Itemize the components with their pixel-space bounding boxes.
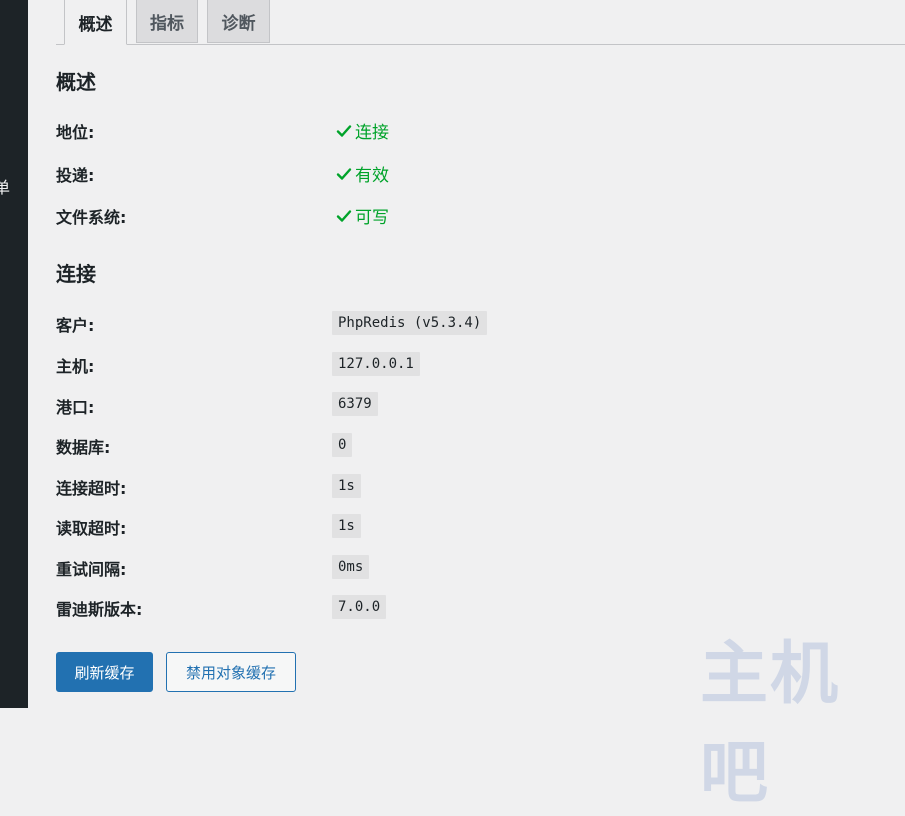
port-value: 6379 bbox=[332, 392, 378, 416]
checkmark-icon bbox=[336, 209, 352, 222]
status-value: 连接 bbox=[336, 118, 389, 143]
retry-interval-value: 0ms bbox=[332, 555, 370, 579]
tab-diagnostics[interactable]: 诊断 bbox=[207, 0, 270, 43]
sidebar-menu-fragment[interactable]: 单 bbox=[0, 174, 10, 198]
drop-in-label: 投递: bbox=[56, 166, 95, 185]
filesystem-value: 可写 bbox=[336, 203, 389, 228]
host-value: 127.0.0.1 bbox=[332, 352, 420, 376]
tab-bar: 概述 指标 诊断 bbox=[56, 0, 905, 45]
checkmark-icon bbox=[336, 124, 352, 137]
connection-timeout-value: 1s bbox=[332, 474, 361, 498]
read-timeout-label: 读取超时: bbox=[56, 519, 127, 538]
drop-in-text: 有效 bbox=[355, 166, 389, 186]
client-label: 客户: bbox=[56, 316, 95, 335]
port-label: 港口: bbox=[56, 398, 95, 417]
host-label: 主机: bbox=[56, 357, 95, 376]
connection-section-title: 连接 bbox=[56, 262, 96, 286]
database-label: 数据库: bbox=[56, 438, 111, 457]
watermark-logo: 主机吧 bbox=[700, 634, 841, 813]
retry-interval-label: 重试间隔: bbox=[56, 560, 127, 579]
connection-timeout-label: 连接超时: bbox=[56, 479, 127, 498]
admin-sidebar: 单 bbox=[0, 0, 28, 708]
tab-overview[interactable]: 概述 bbox=[64, 0, 127, 45]
flush-cache-button[interactable]: 刷新缓存 bbox=[56, 652, 153, 692]
drop-in-value: 有效 bbox=[336, 161, 389, 186]
database-value: 0 bbox=[332, 433, 353, 457]
read-timeout-value: 1s bbox=[332, 514, 361, 538]
redis-version-label: 雷迪斯版本: bbox=[56, 600, 143, 619]
overview-section-title: 概述 bbox=[56, 70, 96, 94]
disable-object-cache-button[interactable]: 禁用对象缓存 bbox=[166, 652, 296, 692]
filesystem-label: 文件系统: bbox=[56, 208, 127, 227]
checkmark-icon bbox=[336, 167, 352, 180]
client-value: PhpRedis (v5.3.4) bbox=[332, 311, 488, 335]
redis-version-value: 7.0.0 bbox=[332, 595, 387, 619]
status-label: 地位: bbox=[56, 123, 95, 142]
filesystem-text: 可写 bbox=[355, 208, 389, 228]
tab-metrics[interactable]: 指标 bbox=[136, 0, 198, 43]
status-text: 连接 bbox=[355, 123, 389, 143]
